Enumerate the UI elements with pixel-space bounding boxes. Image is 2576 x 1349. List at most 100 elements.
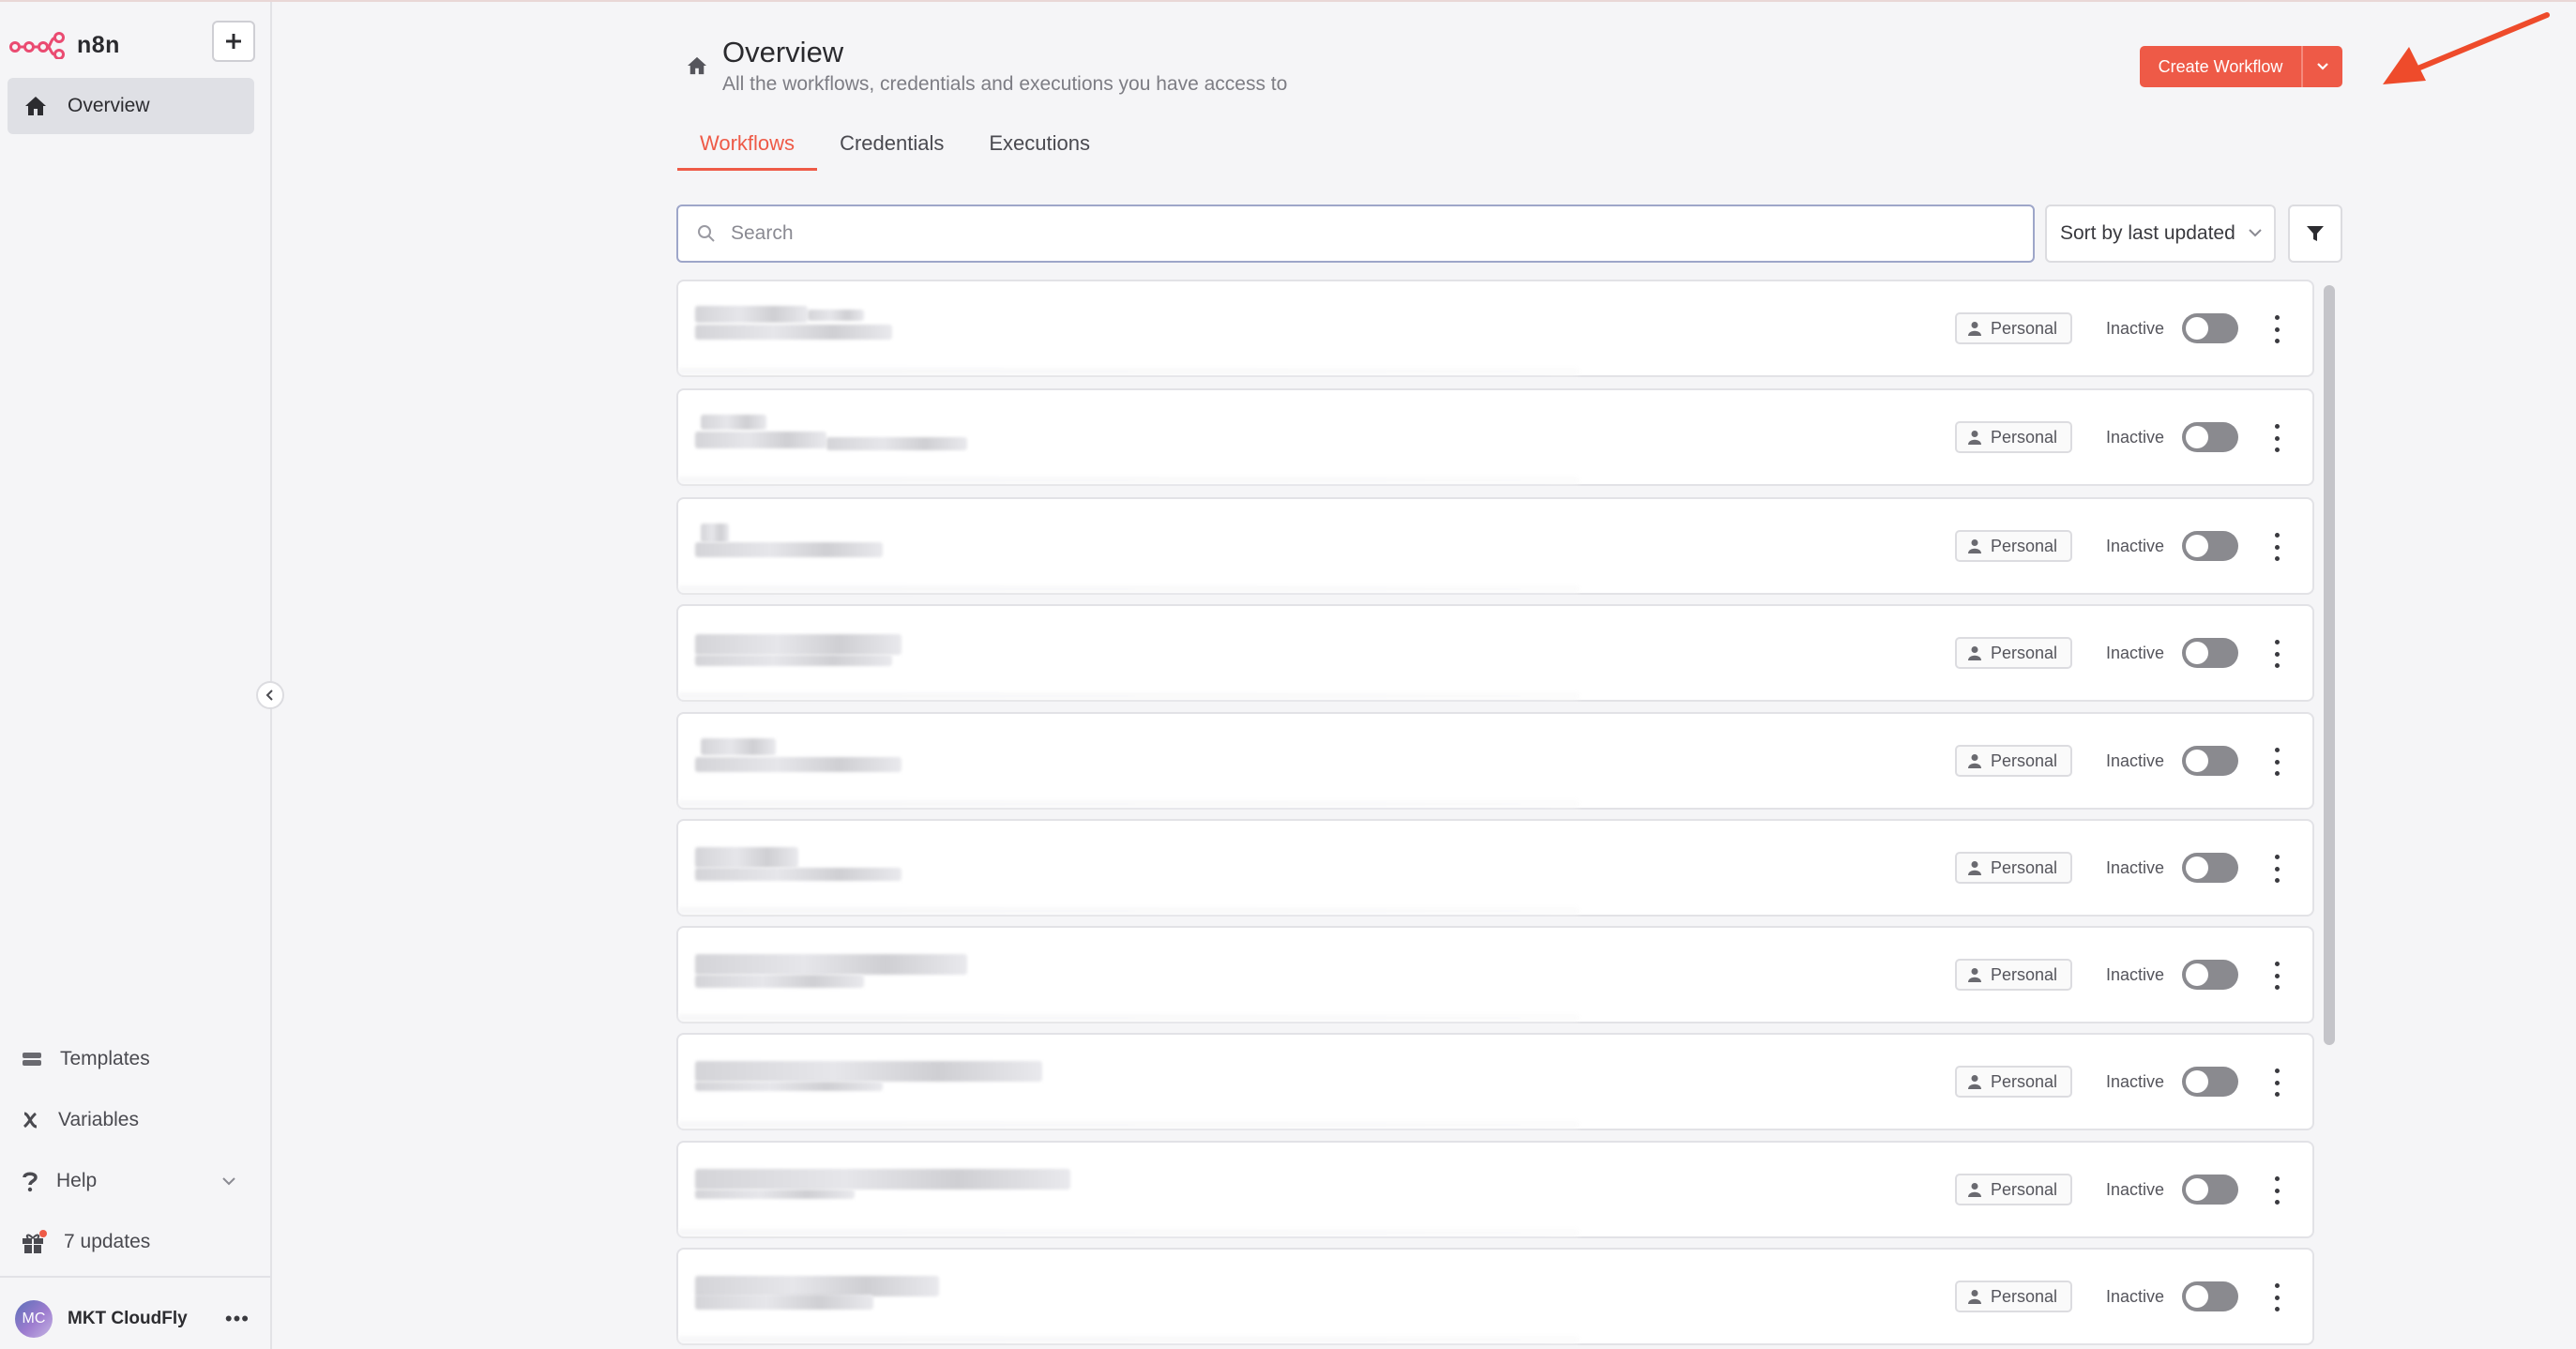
workflow-name-redacted[interactable] [695,627,1614,683]
workflow-row[interactable]: Personal Inactive [676,819,2314,917]
workflow-row[interactable]: Personal Inactive [676,1033,2314,1130]
workflow-list: Personal Inactive Personal Inactive Personal… [676,280,2314,1349]
status-label: Inactive [2106,965,2165,984]
active-toggle[interactable] [2182,531,2238,561]
workflow-name-redacted[interactable] [695,1270,1614,1326]
active-toggle[interactable] [2182,853,2238,883]
workflow-row[interactable]: Personal Inactive [676,1141,2314,1238]
workflow-name-redacted[interactable] [695,520,1614,576]
active-toggle[interactable] [2182,313,2238,343]
sidebar-item-label: Help [56,1170,98,1191]
project-badge: Personal [1955,530,2073,562]
project-label: Personal [1991,1179,2058,1199]
sort-select[interactable]: Sort by last updated [2045,205,2276,263]
user-icon [1968,539,1981,553]
active-toggle[interactable] [2182,638,2238,668]
user-menu[interactable]: MC MKT CloudFly ••• [15,1299,250,1339]
workflow-row[interactable]: Personal Inactive [676,926,2314,1023]
workflow-row[interactable]: Personal Inactive [676,712,2314,810]
chevron-down-icon [2249,229,2262,237]
active-toggle[interactable] [2182,1281,2238,1311]
sidebar-item-variables[interactable]: Variables [21,1101,236,1139]
scrollbar-thumb[interactable] [2324,285,2335,1045]
status-label: Inactive [2106,858,2165,877]
more-vertical-icon[interactable] [2267,424,2286,452]
sidebar-item-overview[interactable]: Overview [8,78,254,134]
filter-button[interactable] [2288,205,2342,263]
more-vertical-icon[interactable] [2267,1283,2286,1311]
app-name: n8n [77,31,120,58]
tab-bar: Workflows Credentials Executions [677,131,1113,173]
logo[interactable]: n8n [9,30,120,60]
workflow-name-redacted[interactable] [695,302,1614,358]
redacted-text [695,655,892,666]
status-label: Inactive [2106,751,2165,770]
home-icon [688,56,706,75]
more-vertical-icon[interactable] [2267,1176,2286,1205]
project-label: Personal [1991,750,2058,770]
workflow-name-redacted[interactable] [695,1055,1614,1112]
active-toggle[interactable] [2182,1175,2238,1205]
create-workflow-label[interactable]: Create Workflow [2140,46,2301,87]
redacted-text [701,738,776,755]
sidebar: n8n Overview Templates Variables Help 7 … [0,2,284,1349]
create-workflow-button[interactable]: Create Workflow [2140,46,2342,87]
redacted-text [695,868,902,881]
project-badge: Personal [1955,1066,2073,1098]
workflow-name-redacted[interactable] [695,841,1614,898]
more-vertical-icon[interactable] [2267,533,2286,561]
workflow-row[interactable]: Personal Inactive [676,497,2314,595]
chevron-left-icon [265,690,273,701]
redacted-subtext [678,800,1579,808]
redacted-subtext [678,368,1579,375]
home-icon [25,97,46,115]
more-vertical-icon[interactable] [2267,962,2286,990]
redacted-subtext [678,1229,1579,1236]
templates-icon [23,1053,41,1066]
search-box[interactable] [676,205,2035,263]
sidebar-item-updates[interactable]: 7 updates [21,1223,236,1261]
workflow-row[interactable]: Personal Inactive [676,1248,2314,1345]
tab-workflows[interactable]: Workflows [677,131,818,171]
plus-icon [226,34,241,49]
workflow-row[interactable]: Personal Inactive [676,388,2314,486]
sidebar-item-templates[interactable]: Templates [21,1040,236,1078]
workflow-name-redacted[interactable] [695,411,1614,467]
user-icon [1968,968,1981,982]
workflow-name-redacted[interactable] [695,948,1614,1005]
user-icon [1968,431,1981,445]
redacted-text [695,975,864,988]
status-label: Inactive [2106,1072,2165,1091]
user-icon [1968,754,1981,768]
workflow-name-redacted[interactable] [695,1163,1614,1220]
project-badge: Personal [1955,745,2073,777]
search-input[interactable] [731,222,1950,245]
more-vertical-icon[interactable] [2267,640,2286,668]
chevron-down-icon [222,1177,235,1186]
create-options-dropdown[interactable] [2301,46,2342,87]
active-toggle[interactable] [2182,1067,2238,1097]
more-horizontal-icon[interactable]: ••• [225,1307,250,1331]
more-vertical-icon[interactable] [2267,1069,2286,1097]
status-label: Inactive [2106,1180,2165,1199]
workflow-row[interactable]: Personal Inactive [676,280,2314,377]
tab-executions[interactable]: Executions [966,131,1113,171]
workflow-row[interactable]: Personal Inactive [676,604,2314,702]
collapse-sidebar-button[interactable] [256,681,284,709]
redacted-text [695,1061,1042,1082]
active-toggle[interactable] [2182,960,2238,990]
redacted-text [695,634,902,655]
add-button[interactable] [212,21,255,62]
more-vertical-icon[interactable] [2267,855,2286,883]
project-badge: Personal [1955,312,2073,344]
tab-credentials[interactable]: Credentials [817,131,966,171]
active-toggle[interactable] [2182,422,2238,452]
more-vertical-icon[interactable] [2267,315,2286,343]
workflow-name-redacted[interactable] [695,735,1614,791]
redacted-subtext [678,1014,1579,1022]
sidebar-item-help[interactable]: Help [21,1162,236,1200]
active-toggle[interactable] [2182,746,2238,776]
more-vertical-icon[interactable] [2267,748,2286,776]
user-icon [1968,1075,1981,1089]
toggle-knob [2186,856,2208,879]
